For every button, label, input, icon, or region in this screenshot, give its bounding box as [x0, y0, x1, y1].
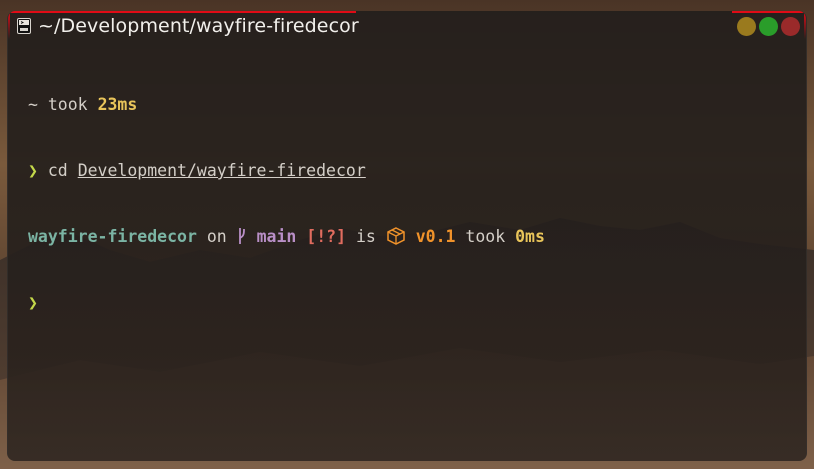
is-label: is — [355, 227, 376, 246]
close-button[interactable] — [781, 17, 800, 36]
took-label-2: took — [465, 227, 506, 246]
prompt-symbol-active: ❯ — [28, 293, 38, 312]
minimize-button[interactable] — [737, 17, 756, 36]
terminal-line-1: ~ took 23ms — [28, 94, 545, 116]
prompt-symbol: ❯ — [28, 161, 38, 180]
took-label: took — [47, 95, 88, 114]
terminal-window[interactable]: ~/Development/wayfire-firedecor ~ took 2… — [7, 11, 807, 461]
command-text: cd — [47, 161, 68, 180]
package-icon — [387, 227, 405, 245]
terminal-line-3: wayfire-firedecor on main [!?] is v0.1 t… — [28, 226, 545, 248]
git-branch-icon — [237, 227, 247, 246]
terminal-output[interactable]: ~ took 23ms ❯ cd Development/wayfire-fir… — [28, 50, 545, 358]
window-title: ~/Development/wayfire-firedecor — [38, 15, 359, 37]
titlebar[interactable]: ~/Development/wayfire-firedecor — [8, 13, 806, 43]
git-branch-name: main — [256, 227, 297, 246]
maximize-button[interactable] — [759, 17, 778, 36]
tilde-text: ~ — [28, 95, 38, 114]
terminal-app-icon — [17, 18, 31, 34]
git-status: [!?] — [306, 227, 347, 246]
command-duration: 23ms — [97, 95, 138, 114]
terminal-line-2: ❯ cd Development/wayfire-firedecor — [28, 160, 545, 182]
package-version: v0.1 — [415, 227, 456, 246]
on-label: on — [206, 227, 227, 246]
command-duration-2: 0ms — [515, 227, 545, 246]
current-directory: wayfire-firedecor — [28, 227, 197, 246]
terminal-line-4[interactable]: ❯ — [28, 292, 545, 314]
command-argument: Development/wayfire-firedecor — [77, 161, 366, 180]
